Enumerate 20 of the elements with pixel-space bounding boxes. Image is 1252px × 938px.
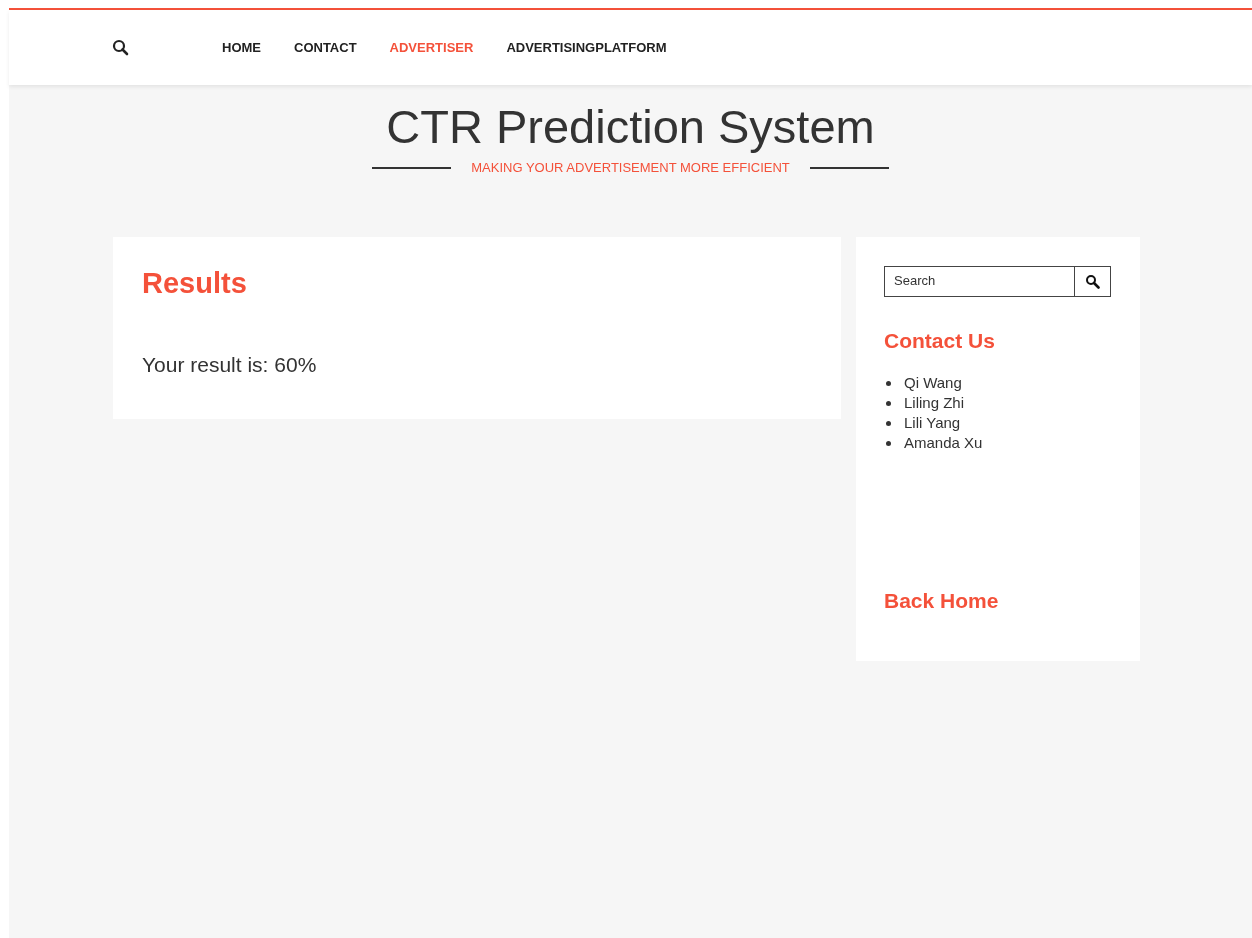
search-field[interactable]: Search: [884, 265, 1075, 297]
search-icon: [1085, 273, 1100, 289]
bullet-icon: [886, 380, 891, 386]
nav-link[interactable]: CONTACT: [294, 37, 357, 58]
bullet-icon: [886, 440, 891, 446]
bullet-icon: [886, 400, 891, 406]
nav-link[interactable]: HOME: [222, 37, 261, 58]
result-text: Your result is: 60%: [142, 351, 318, 378]
contact-name: Amanda Xu: [904, 432, 983, 453]
site-subtitle: MAKING YOUR ADVERTISEMENT MORE EFFICIENT: [471, 159, 790, 177]
results-heading: Results: [142, 265, 248, 301]
contact-name: Liling Zhi: [904, 392, 965, 413]
search-button[interactable]: [1075, 265, 1111, 297]
nav-link[interactable]: ADVERTISINGPLATFORM: [506, 37, 667, 58]
contact-name: Lili Yang: [904, 412, 961, 433]
contact-name: Qi Wang: [904, 372, 962, 393]
contact-heading: Contact Us: [884, 327, 996, 354]
search-icon[interactable]: [112, 39, 129, 56]
bullet-icon: [886, 420, 891, 426]
site-title: CTR Prediction System: [385, 99, 876, 155]
